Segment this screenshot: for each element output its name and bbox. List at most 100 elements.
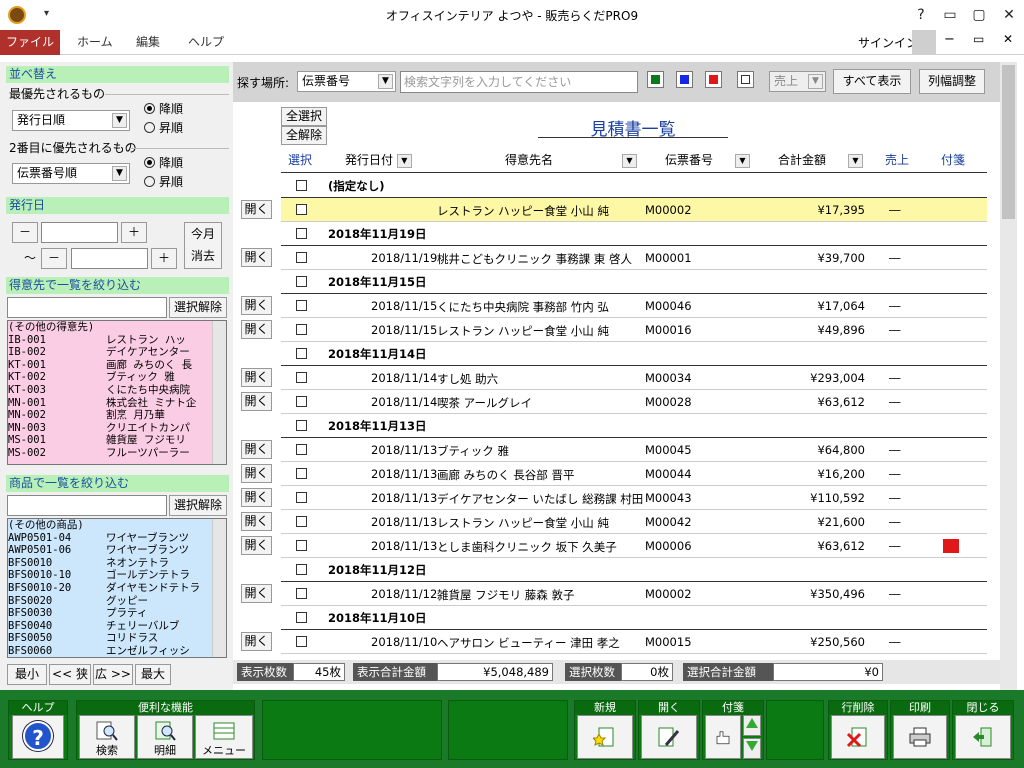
row-checkbox[interactable]: [296, 324, 307, 335]
row-open-button[interactable]: 開く: [241, 584, 272, 603]
chevron-down-icon[interactable]: ▼: [735, 153, 750, 168]
row-checkbox[interactable]: [296, 636, 307, 647]
row-open-button[interactable]: 開く: [241, 632, 272, 651]
list-item[interactable]: AWP0501-04 ワイヤーブランツ: [8, 532, 226, 545]
list-item[interactable]: BFS0050 コリドラス: [8, 632, 226, 645]
list-item[interactable]: IB-002 デイケアセンター: [8, 346, 226, 359]
list-item[interactable]: MN-003 クリエイトカンパ: [8, 422, 226, 435]
row-open-button[interactable]: 開く: [241, 512, 272, 531]
header-customer[interactable]: 得意先名: [505, 152, 553, 169]
scrollbar[interactable]: [212, 321, 226, 464]
show-all-button[interactable]: すべて表示: [833, 69, 911, 94]
search-input[interactable]: 検索文字列を入力してください: [400, 71, 638, 93]
menu-file[interactable]: ファイル: [0, 30, 60, 55]
color-filter-none[interactable]: [737, 71, 754, 88]
list-item[interactable]: KT-003 くにたち中央病院: [8, 384, 226, 397]
detail-tool-button[interactable]: 明細: [137, 715, 193, 759]
row-checkbox[interactable]: [296, 492, 307, 503]
row-checkbox[interactable]: [296, 396, 307, 407]
date-from-plus-button[interactable]: ＋: [121, 222, 147, 243]
header-total[interactable]: 合計金額: [778, 152, 826, 169]
sort-first-desc-radio[interactable]: 降順: [144, 100, 183, 117]
list-item[interactable]: BFS0030 プラティ: [8, 607, 226, 620]
tag-marker-red[interactable]: [943, 539, 959, 553]
menu-home[interactable]: ホーム: [77, 30, 113, 55]
sales-filter-select[interactable]: 売上 ▼: [769, 71, 826, 92]
date-to-minus-button[interactable]: －: [41, 248, 67, 269]
avatar[interactable]: [912, 30, 936, 54]
customer-filter-input[interactable]: [7, 297, 167, 318]
chevron-down-icon[interactable]: ▼: [112, 166, 127, 181]
group-checkbox[interactable]: [296, 564, 307, 575]
row-open-button[interactable]: 開く: [241, 368, 272, 387]
chevron-down-icon[interactable]: ▼: [848, 153, 863, 168]
row-open-button[interactable]: 開く: [241, 248, 272, 267]
header-total-sort[interactable]: ▼: [848, 152, 863, 169]
product-filter-input[interactable]: [7, 495, 167, 516]
group-checkbox[interactable]: [296, 348, 307, 359]
chevron-down-icon[interactable]: ▼: [808, 74, 823, 89]
this-month-clear-button[interactable]: 今月 消去: [184, 222, 222, 269]
row-open-button[interactable]: 開く: [241, 320, 272, 339]
color-filter-blue[interactable]: [676, 71, 693, 88]
group-checkbox[interactable]: [296, 228, 307, 239]
ribbon-close-icon[interactable]: ✕: [1003, 32, 1013, 46]
list-item[interactable]: MN-001 株式会社 ミナト企: [8, 397, 226, 410]
chevron-down-icon[interactable]: ▼: [112, 113, 127, 128]
date-to-input[interactable]: [71, 248, 148, 269]
deselect-all-button[interactable]: 全解除: [281, 126, 327, 145]
color-filter-red[interactable]: [705, 71, 722, 88]
row-open-button[interactable]: 開く: [241, 392, 272, 411]
tag-up-button[interactable]: [743, 715, 761, 736]
date-to-plus-button[interactable]: ＋: [151, 248, 177, 269]
row-open-button[interactable]: 開く: [241, 296, 272, 315]
width-min-button[interactable]: 最小: [7, 664, 47, 685]
list-item[interactable]: BFS0010 ネオンテトラ: [8, 557, 226, 570]
column-adjust-button[interactable]: 列幅調整: [919, 69, 985, 94]
header-slip-sort[interactable]: ▼: [735, 152, 750, 169]
list-item[interactable]: BFS0010-10 ゴールデンテトラ: [8, 569, 226, 582]
row-checkbox[interactable]: [296, 300, 307, 311]
row-checkbox[interactable]: [296, 444, 307, 455]
row-open-button[interactable]: 開く: [241, 200, 272, 219]
tag-button[interactable]: [705, 715, 741, 759]
row-checkbox[interactable]: [296, 372, 307, 383]
customer-listbox[interactable]: (その他の得意先) IB-001 レストラン ハッ IB-002 デイケアセンター KT-…: [7, 320, 227, 465]
search-field-select[interactable]: 伝票番号 ▼: [297, 71, 396, 92]
list-item[interactable]: (その他の得意先): [8, 321, 226, 334]
group-checkbox[interactable]: [296, 180, 307, 191]
menu-help[interactable]: ヘルプ: [188, 30, 224, 55]
width-narrow-button[interactable]: << 狭: [49, 664, 91, 685]
list-scrollbar[interactable]: [1000, 62, 1017, 690]
group-checkbox[interactable]: [296, 276, 307, 287]
signin-link[interactable]: サインイン: [858, 34, 918, 51]
row-checkbox[interactable]: [296, 468, 307, 479]
chevron-down-icon[interactable]: ▼: [378, 74, 393, 89]
product-listbox[interactable]: (その他の商品) AWP0501-04 ワイヤーブランツ AWP0501-06 ワイヤー…: [7, 518, 227, 658]
row-open-button[interactable]: 開く: [241, 536, 272, 555]
scroll-thumb[interactable]: [1002, 65, 1015, 219]
list-item[interactable]: MS-001 雑貨屋 フジモリ: [8, 434, 226, 447]
row-open-button[interactable]: 開く: [241, 464, 272, 483]
row-checkbox[interactable]: [296, 588, 307, 599]
list-item[interactable]: BFS0020 グッピー: [8, 595, 226, 608]
list-item[interactable]: BFS0040 チェリーバルブ: [8, 620, 226, 633]
date-from-minus-button[interactable]: －: [12, 222, 38, 243]
delete-row-button[interactable]: [831, 715, 885, 759]
help-question-icon[interactable]: ?: [906, 0, 936, 30]
chevron-down-icon[interactable]: ▼: [622, 153, 637, 168]
row-open-button[interactable]: 開く: [241, 488, 272, 507]
row-open-button[interactable]: 開く: [241, 440, 272, 459]
sort-first-asc-radio[interactable]: 昇順: [144, 119, 183, 136]
row-checkbox[interactable]: [296, 252, 307, 263]
group-checkbox[interactable]: [296, 420, 307, 431]
help-button[interactable]: ?: [12, 715, 64, 759]
ribbon-minimize-icon[interactable]: −: [944, 32, 955, 47]
list-item[interactable]: MN-002 割烹 月乃華: [8, 409, 226, 422]
list-item[interactable]: KT-002 ブティック 雅: [8, 371, 226, 384]
scrollbar[interactable]: [212, 519, 226, 657]
close-window-button[interactable]: ✕: [994, 0, 1024, 30]
list-item[interactable]: AWP0501-06 ワイヤーブランツ: [8, 544, 226, 557]
header-date[interactable]: 発行日付 ▼: [345, 152, 412, 169]
list-item[interactable]: BFS0010-20 ダイヤモンドテトラ: [8, 582, 226, 595]
